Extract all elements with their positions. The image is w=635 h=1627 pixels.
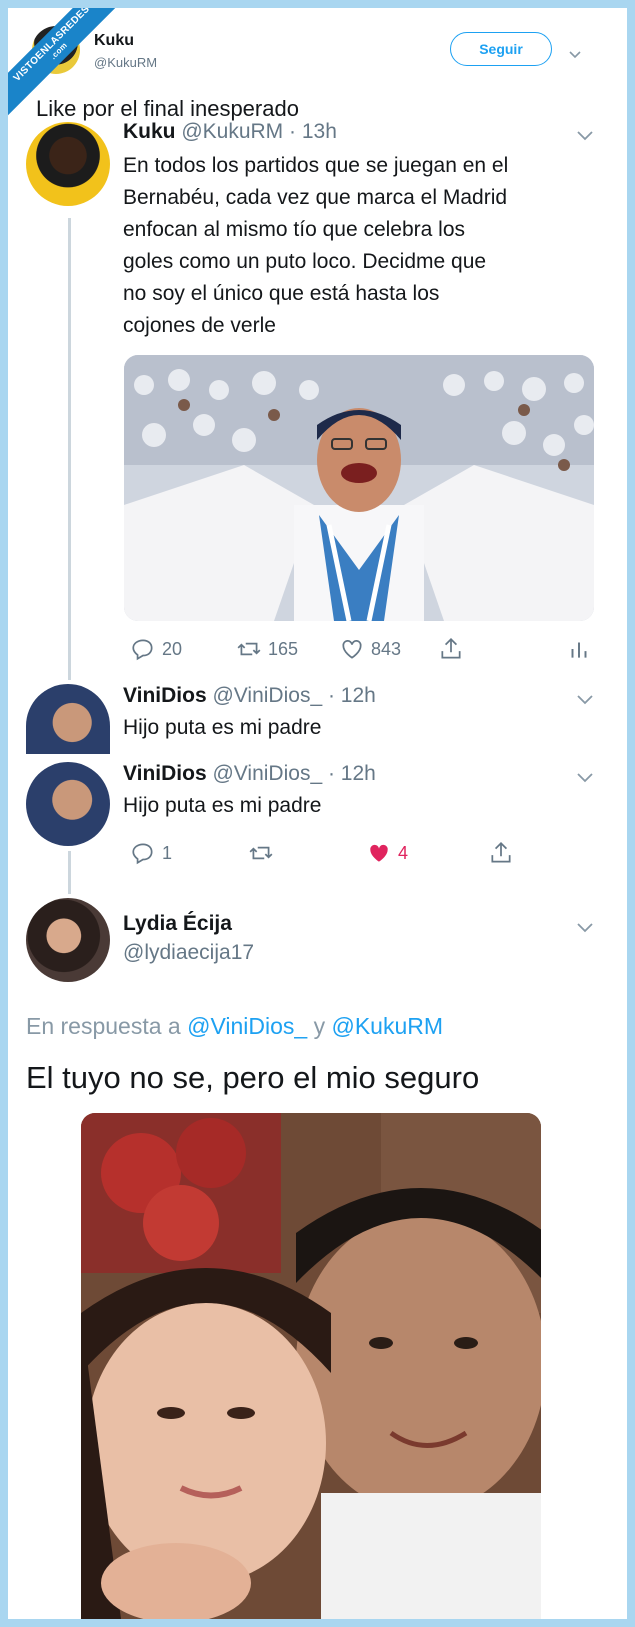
thread-line-2 (68, 851, 71, 894)
tweet1-reply-count: 20 (162, 638, 183, 659)
reply-icon (132, 639, 153, 661)
tweet1-line: cojones de verle (123, 314, 276, 337)
reply-icon (132, 843, 153, 865)
reply-photo[interactable] (81, 1113, 541, 1619)
chevron-down-icon[interactable] (576, 772, 594, 787)
tweet3-header[interactable]: ViniDios @ViniDios_ · 12h (123, 762, 376, 786)
heart-icon (342, 640, 362, 659)
tweet3-retweet-action[interactable] (248, 840, 274, 866)
reply-avatar[interactable] (26, 898, 110, 982)
tweet3-text: Hijo puta es mi padre (123, 794, 322, 817)
tweet1-reply-action[interactable]: 20 (130, 636, 182, 662)
reply-context: En respuesta a @ViniDios_ y @KukuRM (26, 1013, 443, 1040)
header-handle[interactable]: @KukuRM (94, 55, 157, 70)
tweet2-meta[interactable]: @ViniDios_ · 12h (207, 684, 375, 707)
tweet1-meta[interactable]: @KukuRM · 13h (176, 120, 337, 143)
tweet3-avatar[interactable] (26, 762, 110, 846)
retweet-icon (249, 846, 273, 860)
caption-text: Like por el final inesperado (36, 96, 299, 121)
tweet3-like-count: 4 (398, 842, 409, 863)
chevron-down-icon[interactable] (576, 922, 594, 937)
tweet3-meta[interactable]: @ViniDios_ · 12h (207, 762, 375, 785)
reply-text: El tuyo no se, pero el mio seguro (26, 1060, 480, 1095)
mention-link-kukurm[interactable]: @KukuRM (331, 1013, 443, 1039)
tweet2-avatar[interactable] (26, 684, 110, 754)
tweet3-reply-action[interactable]: 1 (130, 840, 172, 866)
tweet2-name[interactable]: ViniDios (123, 684, 207, 707)
watermark-line2: .com (48, 40, 70, 62)
follow-button[interactable]: Seguir (450, 32, 552, 66)
tweet1-analytics-action[interactable] (566, 636, 592, 662)
tweet1-like-action[interactable]: 843 (339, 636, 401, 662)
header-name[interactable]: Kuku (94, 32, 134, 50)
tweet1-retweet-action[interactable]: 165 (236, 636, 298, 662)
reply-name[interactable]: Lydia Écija (123, 912, 232, 936)
tweet1-line: goles como un puto loco. Decidme que (123, 250, 487, 273)
tweet3-reply-count: 1 (162, 842, 173, 863)
screenshot-frame: VISTOENLASREDES .com Kuku @KukuRM Seguir… (8, 8, 627, 1619)
tweet1-line: enfocan al mismo tío que celebra los (123, 218, 466, 241)
tweet1-avatar[interactable] (26, 122, 110, 206)
tweet1-retweet-count: 165 (268, 638, 299, 659)
mention-link-vinidios[interactable]: @ViniDios_ (187, 1013, 307, 1039)
heart-icon (370, 844, 388, 862)
chevron-down-icon[interactable] (576, 130, 594, 145)
share-icon (491, 842, 511, 863)
tweet1-line: Bernabéu, cada vez que marca el Madrid (123, 186, 508, 209)
thread-line (68, 218, 71, 680)
tweet3-like-action[interactable]: 4 (366, 840, 408, 866)
analytics-icon (571, 642, 587, 658)
chevron-down-icon[interactable] (568, 48, 582, 63)
tweet2-text: Hijo puta es mi padre (123, 716, 322, 739)
tweet2-header[interactable]: ViniDios @ViniDios_ · 12h (123, 684, 376, 708)
tweet1-line: En todos los partidos que se juegan en e… (123, 154, 509, 177)
chevron-down-icon[interactable] (576, 694, 594, 709)
reply-prefix: En respuesta a (26, 1013, 188, 1039)
tweet1-like-count: 843 (371, 638, 402, 659)
tweet1-text: En todos los partidos que se juegan en e… (123, 150, 603, 342)
tweet3-share-action[interactable] (488, 840, 514, 866)
share-icon (441, 638, 461, 659)
reply-joiner: y (307, 1013, 332, 1039)
tweet3-name[interactable]: ViniDios (123, 762, 207, 785)
tweet1-photo[interactable] (124, 355, 594, 621)
tweet1-name[interactable]: Kuku (123, 120, 176, 143)
tweet1-line: no soy el único que está hasta los (123, 282, 440, 305)
retweet-icon (237, 642, 261, 656)
tweet1-header[interactable]: Kuku @KukuRM · 13h (123, 120, 337, 144)
reply-handle[interactable]: @lydiaecija17 (123, 941, 254, 965)
tweet1-share-action[interactable] (438, 636, 464, 662)
